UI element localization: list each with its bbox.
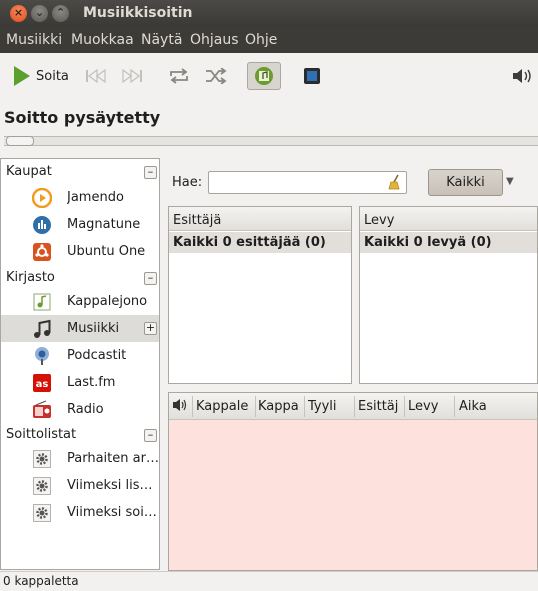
sidebar-group-playlists[interactable]: Soittolistat [6,427,76,442]
browser-icon [255,67,273,85]
album-all-row[interactable]: Kaikki 0 levyä (0) [360,232,537,253]
sidebar-item-jamendo[interactable]: Jamendo [1,184,159,211]
speaker-icon [173,399,187,411]
sidebar-item-magnatune[interactable]: Magnatune [1,211,159,238]
sidebar-item-label: Last.fm [67,375,116,390]
window-title: Musiikkisoitin [83,5,193,21]
sidebar-item-radio[interactable]: Radio [1,396,159,423]
play-button[interactable]: Soita [10,62,76,90]
visualization-button[interactable] [298,62,326,90]
now-playing-column[interactable] [172,398,188,416]
lastfm-icon: as [32,373,52,393]
menu-ohje[interactable]: Ohje [245,32,277,48]
play-icon [14,66,30,86]
menu-bar: Musiikki Muokkaa Näytä Ohjaus Ohje [0,27,538,53]
previous-button[interactable] [82,62,110,90]
toolbar: Soita [0,53,538,99]
browser-toggle[interactable] [247,62,281,90]
track-count: 0 kappaletta [3,574,79,588]
sidebar-item-music[interactable]: Musiikki + [1,315,159,342]
album-pane: Levy Kaikki 0 levyä (0) [359,206,538,384]
shuffle-button[interactable] [202,62,230,90]
sidebar-item-label: Magnatune [67,217,141,232]
close-button[interactable]: × [10,5,27,22]
play-queue-icon [32,292,52,312]
next-button[interactable] [118,62,146,90]
album-column-header[interactable]: Levy [360,207,537,231]
sidebar-item-lastfm[interactable]: as Last.fm [1,369,159,396]
menu-musiikki[interactable]: Musiikki [6,32,62,48]
sidebar-item-label: Viimeksi lisätyt [67,478,159,493]
gear-icon [32,476,52,496]
sidebar-item-label: Ubuntu One [67,244,146,259]
sidebar-item-top-rated[interactable]: Parhaiten arvostetut [1,445,159,472]
gear-icon [32,503,52,523]
collapse-stores-button[interactable]: – [144,166,157,179]
menu-nayta[interactable]: Näytä [141,32,182,48]
column-album[interactable]: Levy [408,399,454,414]
status-bar: 0 kappaletta [0,571,538,591]
sidebar-item-play-queue[interactable]: Kappalejono [1,288,159,315]
ubuntu-one-icon [32,242,52,262]
filter-dropdown-arrow[interactable]: ▼ [506,176,514,187]
artist-column-header[interactable]: Esittäjä [169,207,351,231]
sidebar-group-library[interactable]: Kirjasto [6,270,55,285]
minimize-button[interactable]: ⌄ [31,5,48,22]
sidebar-item-label: Viimeksi soitetut [67,505,159,520]
filter-all-button[interactable]: Kaikki [428,169,503,196]
sidebar-item-ubuntu-one[interactable]: Ubuntu One [1,238,159,265]
repeat-button[interactable] [165,62,193,90]
playback-status: Soitto pysäytetty [4,108,161,127]
sidebar-group-stores[interactable]: Kaupat [6,164,52,179]
column-time[interactable]: Aika [459,399,519,414]
search-label: Hae: [172,175,203,190]
jamendo-icon [32,187,52,208]
artist-pane: Esittäjä Kaikki 0 esittäjää (0) [168,206,352,384]
maximize-button[interactable]: ⌃ [52,5,69,22]
sidebar-item-label: Radio [67,402,104,417]
column-artist[interactable]: Esittäj [358,399,404,414]
sidebar-item-label: Jamendo [67,190,124,205]
seek-handle[interactable] [6,136,34,146]
sidebar-item-recently-added[interactable]: Viimeksi lisätyt [1,472,159,499]
radio-icon [32,399,52,420]
svg-text:as: as [36,379,49,390]
expand-music-button[interactable]: + [144,322,157,335]
sidebar-item-recently-played[interactable]: Viimeksi soitetut [1,499,159,526]
volume-button[interactable] [508,62,536,90]
gear-icon [32,449,52,469]
music-note-icon [32,319,52,339]
sidebar-item-label: Podcastit [67,348,127,363]
shuffle-icon [206,68,227,84]
sidebar-item-label: Kappalejono [67,294,148,309]
broom-icon[interactable] [388,174,402,194]
menu-ohjaus[interactable]: Ohjaus [190,32,239,48]
column-track-number[interactable]: Kappa [258,399,304,414]
podcast-icon [32,346,52,366]
sidebar-item-podcasts[interactable]: Podcastit [1,342,159,369]
title-bar: × ⌄ ⌃ Musiikkisoitin [0,0,538,27]
column-track[interactable]: Kappale [196,399,254,414]
sidebar: Kaupat – Jamendo Magnatune Ubuntu One Ki… [0,158,160,570]
track-list: Kappale Kappa Tyyli Esittäj Levy Aika [168,392,538,571]
previous-icon [86,69,106,83]
menu-muokkaa[interactable]: Muokkaa [71,32,134,48]
track-list-header: Kappale Kappa Tyyli Esittäj Levy Aika [169,393,537,420]
magnatune-icon [32,215,52,235]
repeat-icon [170,68,188,84]
play-label: Soita [36,68,69,84]
column-genre[interactable]: Tyyli [308,399,354,414]
volume-icon [513,69,531,83]
artist-all-row[interactable]: Kaikki 0 esittäjää (0) [169,232,351,253]
next-icon [122,69,142,83]
collapse-library-button[interactable]: – [144,272,157,285]
seek-slider[interactable] [4,136,538,146]
search-input[interactable] [208,171,407,194]
visualization-icon [304,68,320,84]
sidebar-item-label: Parhaiten arvostetut [67,451,159,466]
collapse-playlists-button[interactable]: – [144,429,157,442]
